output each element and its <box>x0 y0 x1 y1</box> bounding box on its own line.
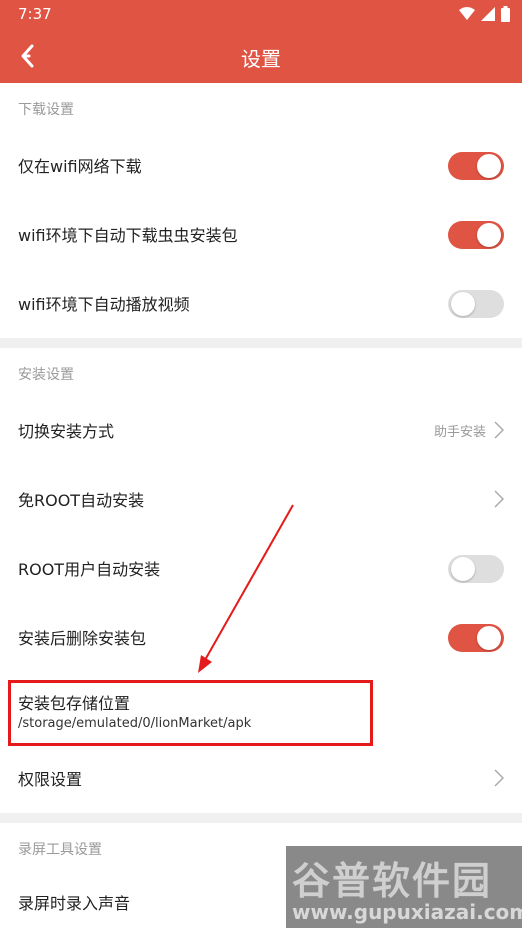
page-title: 设置 <box>241 47 281 71</box>
setting-label: 录屏时录入声音 <box>18 894 131 913</box>
toggle-knob <box>451 557 475 581</box>
setting-label: 切换安装方式 <box>18 422 115 441</box>
section-header-label: 录屏工具设置 <box>18 842 102 858</box>
app-bar: 设置 <box>0 30 522 83</box>
watermark-title: 谷普软件园 <box>292 859 493 903</box>
setting-no-root-auto-install[interactable]: 免ROOT自动安装 <box>0 465 522 534</box>
setting-label: ROOT用户自动安装 <box>18 560 161 579</box>
section-header-label: 下载设置 <box>18 102 74 118</box>
setting-delete-after-install[interactable]: 安装后删除安装包 <box>0 603 522 672</box>
status-icons <box>459 6 510 22</box>
setting-label: wifi环境下自动下载虫虫安装包 <box>18 226 238 245</box>
toggle-switch[interactable] <box>448 290 504 318</box>
toggle-knob <box>477 154 501 178</box>
status-bar: 7:37 <box>0 0 522 30</box>
toggle-knob <box>477 223 501 247</box>
wifi-icon <box>459 7 475 20</box>
signal-icon <box>481 7 495 21</box>
toggle-switch[interactable] <box>448 221 504 249</box>
chevron-right-icon <box>494 769 504 787</box>
setting-value: 助手安装 <box>433 425 486 440</box>
toggle-knob <box>477 626 501 650</box>
setting-permissions[interactable]: 权限设置 <box>0 744 522 813</box>
setting-label: 免ROOT自动安装 <box>18 491 145 510</box>
toggle-switch[interactable] <box>448 555 504 583</box>
setting-wifi-autoplay-video[interactable]: wifi环境下自动播放视频 <box>0 269 522 338</box>
toggle-knob <box>451 292 475 316</box>
setting-install-method[interactable]: 切换安装方式 助手安装 <box>0 396 522 465</box>
watermark-url: www.gupuxiazai.com <box>292 900 522 924</box>
annotation-highlight-box <box>8 680 373 746</box>
toggle-switch[interactable] <box>448 624 504 652</box>
battery-icon <box>501 6 510 22</box>
toggle-switch[interactable] <box>448 152 504 180</box>
section-header-download: 下载设置 <box>0 83 522 131</box>
section-header-label: 安装设置 <box>18 367 74 383</box>
setting-root-auto-install[interactable]: ROOT用户自动安装 <box>0 534 522 603</box>
watermark: 谷普软件园 www.gupuxiazai.com <box>286 846 522 928</box>
section-header-install: 安装设置 <box>0 348 522 396</box>
chevron-right-icon <box>494 490 504 508</box>
setting-wifi-auto-download[interactable]: wifi环境下自动下载虫虫安装包 <box>0 200 522 269</box>
setting-label: 仅在wifi网络下载 <box>18 157 142 176</box>
setting-label: wifi环境下自动播放视频 <box>18 295 190 314</box>
setting-wifi-only-download[interactable]: 仅在wifi网络下载 <box>0 131 522 200</box>
setting-label: 权限设置 <box>18 770 83 789</box>
status-time: 7:37 <box>18 5 52 23</box>
section-divider <box>0 813 522 823</box>
chevron-right-icon <box>494 421 504 439</box>
setting-label: 安装后删除安装包 <box>18 629 147 648</box>
section-divider <box>0 338 522 348</box>
